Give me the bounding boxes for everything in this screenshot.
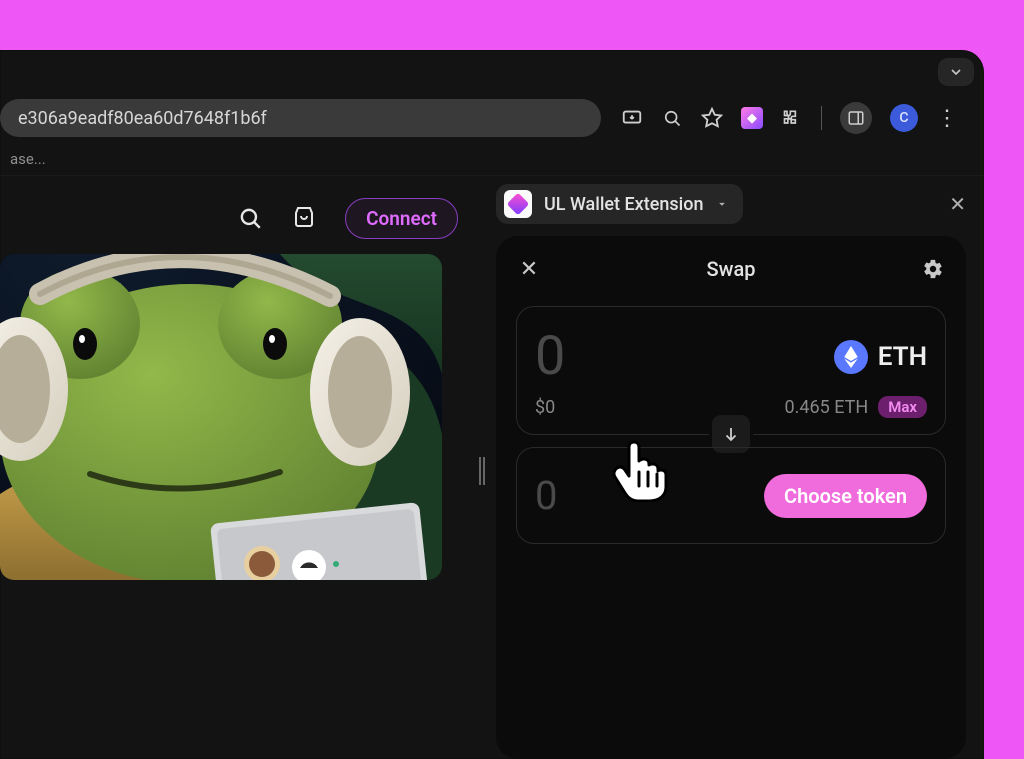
extension-name: UL Wallet Extension [544, 194, 703, 215]
extension-header: UL Wallet Extension ✕ [496, 182, 966, 226]
window-collapse-button[interactable] [938, 58, 974, 86]
toolbar-divider [821, 106, 822, 130]
avatar-initial: C [899, 110, 908, 126]
from-fiat-value: $0 [535, 397, 555, 418]
connect-label: Connect [366, 207, 437, 230]
address-bar-text: e306a9eadf80ea60d7648f1b6f [18, 108, 267, 129]
bookmark-item[interactable]: ase... [10, 150, 46, 168]
to-amount: 0 [535, 472, 557, 519]
cart-icon[interactable] [291, 205, 317, 231]
profile-avatar[interactable]: C [890, 104, 918, 132]
nft-artwork [0, 254, 442, 580]
wallet-title: Swap [707, 257, 756, 281]
connect-button[interactable]: Connect [345, 198, 458, 239]
browser-window: e306a9eadf80ea60d7648f1b6f ◆ C [0, 50, 984, 759]
dapp-toolbar: Connect [0, 182, 478, 254]
choose-token-button[interactable]: Choose token [764, 474, 927, 518]
swap-to-box: 0 Choose token [516, 447, 946, 544]
browser-actions: ◆ C ⋮ [609, 102, 964, 134]
wallet-header: ✕ Swap [516, 256, 946, 282]
page-content: Connect [0, 182, 478, 759]
search-icon[interactable] [237, 205, 263, 231]
from-token-selector[interactable]: ETH [834, 340, 927, 374]
wallet-panel: ✕ Swap ETH [496, 236, 966, 759]
gear-icon[interactable] [920, 256, 946, 282]
side-panel: UL Wallet Extension ✕ ✕ Swap [486, 182, 984, 759]
install-app-icon[interactable] [621, 107, 643, 129]
diamond-icon: ◆ [747, 111, 757, 126]
bookmark-star-icon[interactable] [701, 107, 723, 129]
panel-splitter[interactable] [478, 182, 486, 759]
swap-from-box: ETH $0 0.465 ETH Max [516, 306, 946, 435]
wallet-extension-icon[interactable]: ◆ [741, 107, 763, 129]
address-bar[interactable]: e306a9eadf80ea60d7648f1b6f [0, 99, 601, 137]
max-button[interactable]: Max [878, 396, 927, 418]
splitter-handle-icon [479, 457, 485, 485]
browser-toolbar: e306a9eadf80ea60d7648f1b6f ◆ C [0, 96, 964, 140]
choose-token-label: Choose token [784, 484, 907, 508]
eth-icon [834, 340, 868, 374]
close-icon[interactable]: ✕ [516, 256, 542, 282]
sidepanel-close-icon[interactable]: ✕ [949, 192, 966, 216]
from-balance: 0.465 ETH [785, 397, 869, 418]
bookmarks-bar: ase... [0, 142, 984, 176]
sidepanel-toggle-icon[interactable] [840, 102, 872, 134]
zoom-icon[interactable] [661, 107, 683, 129]
extensions-puzzle-icon[interactable] [781, 107, 803, 129]
nft-image-card[interactable] [0, 254, 442, 580]
kebab-menu-icon[interactable]: ⋮ [936, 107, 958, 129]
caret-down-icon [715, 197, 729, 211]
extension-logo-icon [504, 190, 532, 218]
from-token-symbol: ETH [878, 342, 927, 372]
from-amount-input[interactable] [535, 325, 695, 388]
extension-selector[interactable]: UL Wallet Extension [496, 184, 743, 224]
